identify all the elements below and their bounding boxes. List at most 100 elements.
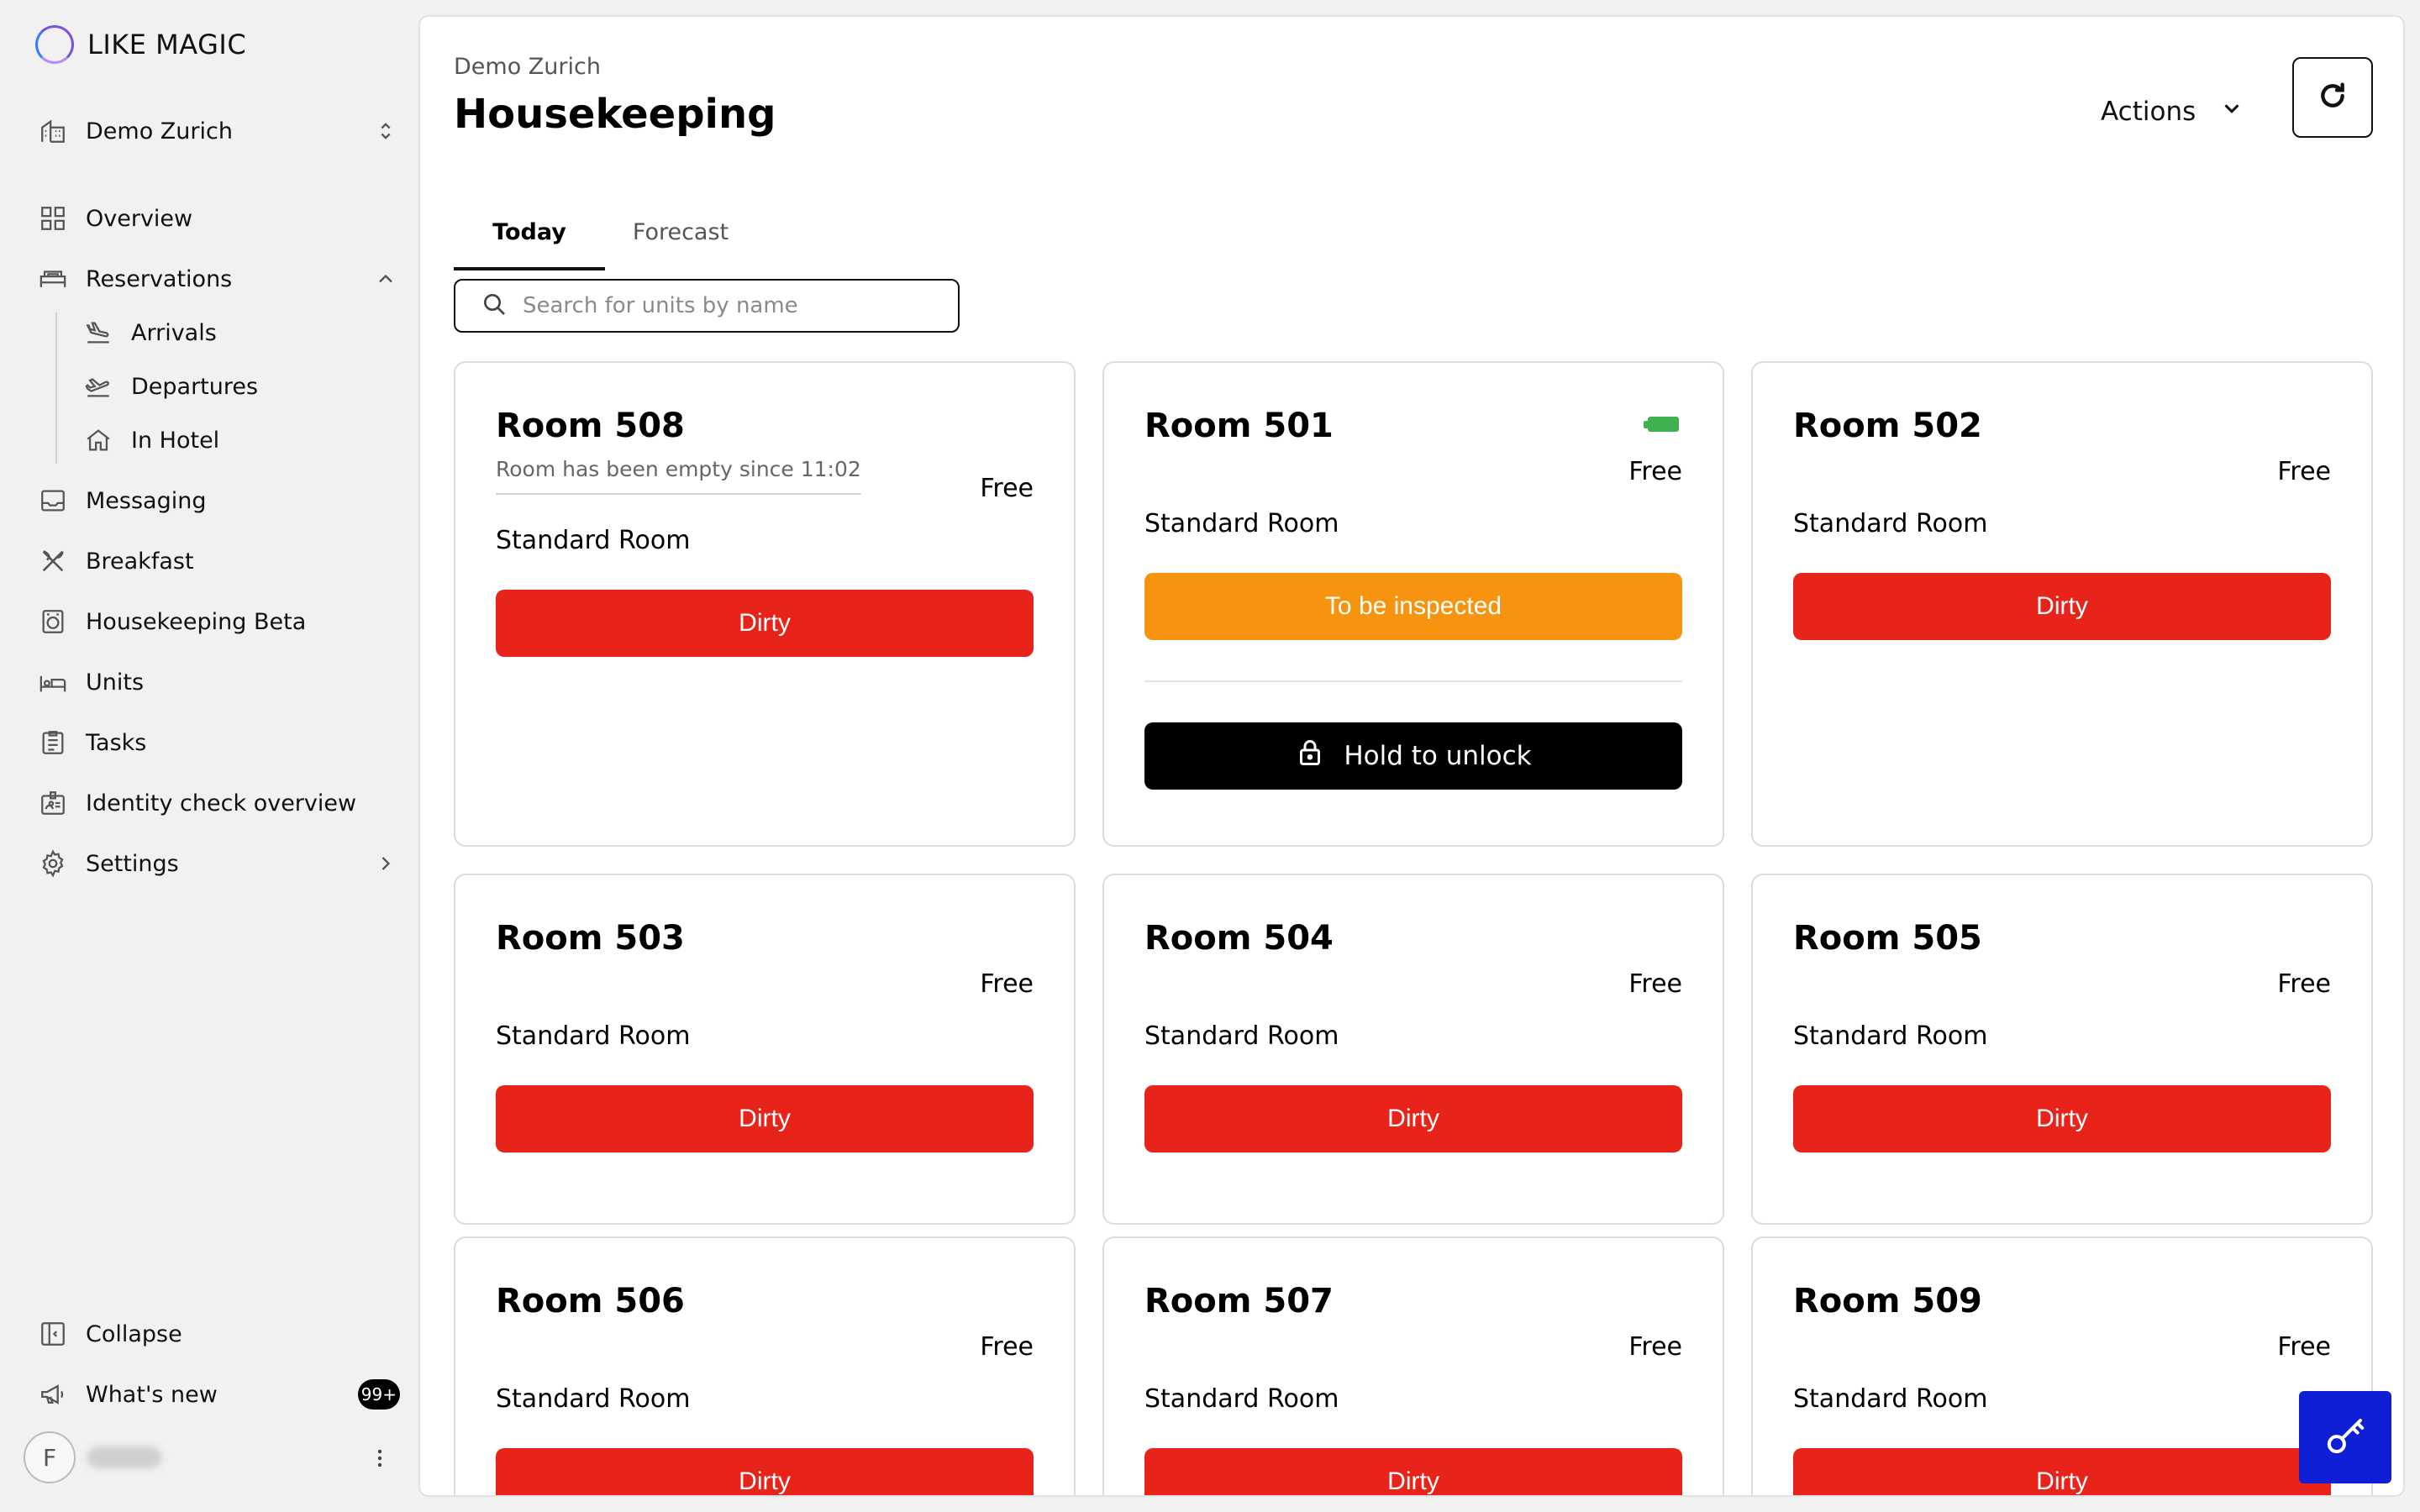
occupancy-status: Free	[1628, 457, 1682, 486]
whats-new-button[interactable]: What's new 99+	[37, 1371, 400, 1418]
actions-label: Actions	[2101, 97, 2196, 127]
hold-to-unlock-button[interactable]: Hold to unlock	[1144, 722, 1682, 790]
room-type: Standard Room	[1144, 509, 1339, 538]
refresh-icon	[2316, 79, 2349, 116]
dirty-status-button[interactable]: Dirty	[496, 1448, 1034, 1495]
bed-single-icon	[37, 666, 69, 698]
search-box	[454, 279, 960, 333]
sidebar-item-overview[interactable]: Overview	[37, 195, 400, 242]
whats-new-label: What's new	[86, 1381, 218, 1408]
occupancy-status: Free	[980, 474, 1034, 503]
chevron-up-down-icon	[371, 117, 400, 145]
room-type: Standard Room	[1793, 1021, 1988, 1051]
occupancy-status: Free	[2277, 1332, 2331, 1362]
avatar[interactable]: F	[24, 1431, 76, 1483]
room-type: Standard Room	[496, 526, 691, 555]
grid-icon	[37, 202, 69, 234]
sidebar-item-tasks[interactable]: Tasks	[37, 719, 400, 766]
sidebar-item-label: Overview	[86, 205, 193, 232]
collapse-label: Collapse	[86, 1320, 182, 1347]
sidebar-item-units[interactable]: Units	[37, 659, 400, 706]
dirty-status-button[interactable]: Dirty	[496, 1085, 1034, 1152]
brand-logo-icon	[35, 25, 74, 64]
dirty-status-button[interactable]: Dirty	[1793, 1448, 2331, 1495]
sidebar-item-label: Identity check overview	[86, 790, 357, 816]
sidebar-item-messaging[interactable]: Messaging	[37, 477, 400, 524]
user-name-redacted	[87, 1446, 161, 1468]
room-card-507[interactable]: Room 507 Free Standard Room Dirty	[1102, 1236, 1724, 1495]
sidebar-item-label: Units	[86, 669, 145, 696]
sidebar-item-settings[interactable]: Settings	[37, 840, 400, 887]
plane-departure-icon	[82, 370, 114, 402]
actions-dropdown[interactable]: Actions	[2101, 82, 2244, 141]
building-icon	[37, 115, 69, 147]
dirty-status-button[interactable]: Dirty	[1793, 1085, 2331, 1152]
gear-icon	[37, 848, 69, 879]
occupancy-status: Free	[1628, 969, 1682, 999]
room-card-504[interactable]: Room 504 Free Standard Room Dirty	[1102, 874, 1724, 1225]
plane-landing-icon	[82, 317, 114, 349]
room-card-502[interactable]: Room 502 Free Standard Room Dirty	[1751, 361, 2373, 847]
room-card-501[interactable]: Room 501 Free Standard Room To be inspec…	[1102, 361, 1724, 847]
tab-forecast[interactable]: Forecast	[605, 193, 756, 270]
occupancy-status: Free	[2277, 969, 2331, 999]
sidebar-item-label: Breakfast	[86, 548, 194, 575]
sidebar-item-housekeeping[interactable]: Housekeeping Beta	[37, 598, 400, 645]
room-name: Room 505	[1793, 919, 1982, 958]
tab-bar: Today Forecast	[454, 193, 756, 270]
room-card-506[interactable]: Room 506 Free Standard Room Dirty	[454, 1236, 1076, 1495]
sidebar-item-identity-check[interactable]: Identity check overview	[37, 780, 400, 827]
sidebar-item-breakfast[interactable]: Breakfast	[37, 538, 400, 585]
tab-today[interactable]: Today	[454, 193, 605, 270]
room-name: Room 509	[1793, 1282, 1982, 1320]
room-name: Room 501	[1144, 407, 1334, 445]
room-card-508[interactable]: Room 508 Room has been empty since 11:02…	[454, 361, 1076, 847]
occupancy-status: Free	[2277, 457, 2331, 486]
search-input[interactable]	[523, 293, 958, 318]
unlock-label: Hold to unlock	[1344, 741, 1532, 771]
sidebar-item-label: Settings	[86, 850, 179, 877]
room-type: Standard Room	[496, 1384, 691, 1414]
room-name: Room 503	[496, 919, 685, 958]
refresh-button[interactable]	[2292, 57, 2373, 138]
room-name: Room 508	[496, 407, 685, 445]
property-switcher[interactable]: Demo Zurich	[37, 108, 400, 155]
collapse-button[interactable]: Collapse	[37, 1310, 400, 1357]
brand-name: LIKE MAGIC	[87, 29, 247, 60]
dirty-status-button[interactable]: Dirty	[1144, 1085, 1682, 1152]
battery-full-icon	[1644, 417, 1679, 432]
more-vertical-icon[interactable]	[370, 1441, 390, 1475]
search-icon	[481, 291, 508, 321]
room-card-503[interactable]: Room 503 Free Standard Room Dirty	[454, 874, 1076, 1225]
sidebar-item-label: Reservations	[86, 265, 233, 292]
sidebar-item-label: In Hotel	[131, 427, 220, 454]
brand[interactable]: LIKE MAGIC	[35, 25, 246, 64]
room-type: Standard Room	[1144, 1021, 1339, 1051]
megaphone-icon	[37, 1378, 69, 1410]
room-card-509[interactable]: Room 509 Free Standard Room Dirty	[1751, 1236, 2373, 1495]
sidebar-item-arrivals[interactable]: Arrivals	[82, 309, 400, 356]
dirty-status-button[interactable]: Dirty	[496, 590, 1034, 657]
property-label: Demo Zurich	[86, 118, 233, 144]
dirty-status-button[interactable]: Dirty	[1144, 1448, 1682, 1495]
sidebar-item-in-hotel[interactable]: In Hotel	[82, 417, 400, 464]
room-name: Room 502	[1793, 407, 1982, 445]
sidebar-item-departures[interactable]: Departures	[82, 363, 400, 410]
room-type: Standard Room	[496, 1021, 691, 1051]
room-card-505[interactable]: Room 505 Free Standard Room Dirty	[1751, 874, 2373, 1225]
to-be-inspected-button[interactable]: To be inspected	[1144, 573, 1682, 640]
dirty-status-button[interactable]: Dirty	[1793, 573, 2331, 640]
sidebar: LIKE MAGIC Demo Zurich Overview Reservat…	[0, 0, 418, 1512]
lock-icon	[1295, 738, 1325, 774]
sidebar-item-reservations[interactable]: Reservations	[37, 255, 400, 302]
key-access-button[interactable]	[2299, 1391, 2391, 1483]
occupancy-status: Free	[980, 1332, 1034, 1362]
home-icon	[82, 424, 114, 456]
occupancy-status: Free	[1628, 1332, 1682, 1362]
room-type: Standard Room	[1793, 509, 1988, 538]
page-title: Housekeeping	[454, 91, 776, 138]
notification-badge: 99+	[357, 1379, 400, 1410]
sidebar-item-label: Arrivals	[131, 319, 217, 346]
sidebar-collapse-icon	[37, 1318, 69, 1350]
sidebar-item-label: Housekeeping Beta	[86, 608, 307, 635]
